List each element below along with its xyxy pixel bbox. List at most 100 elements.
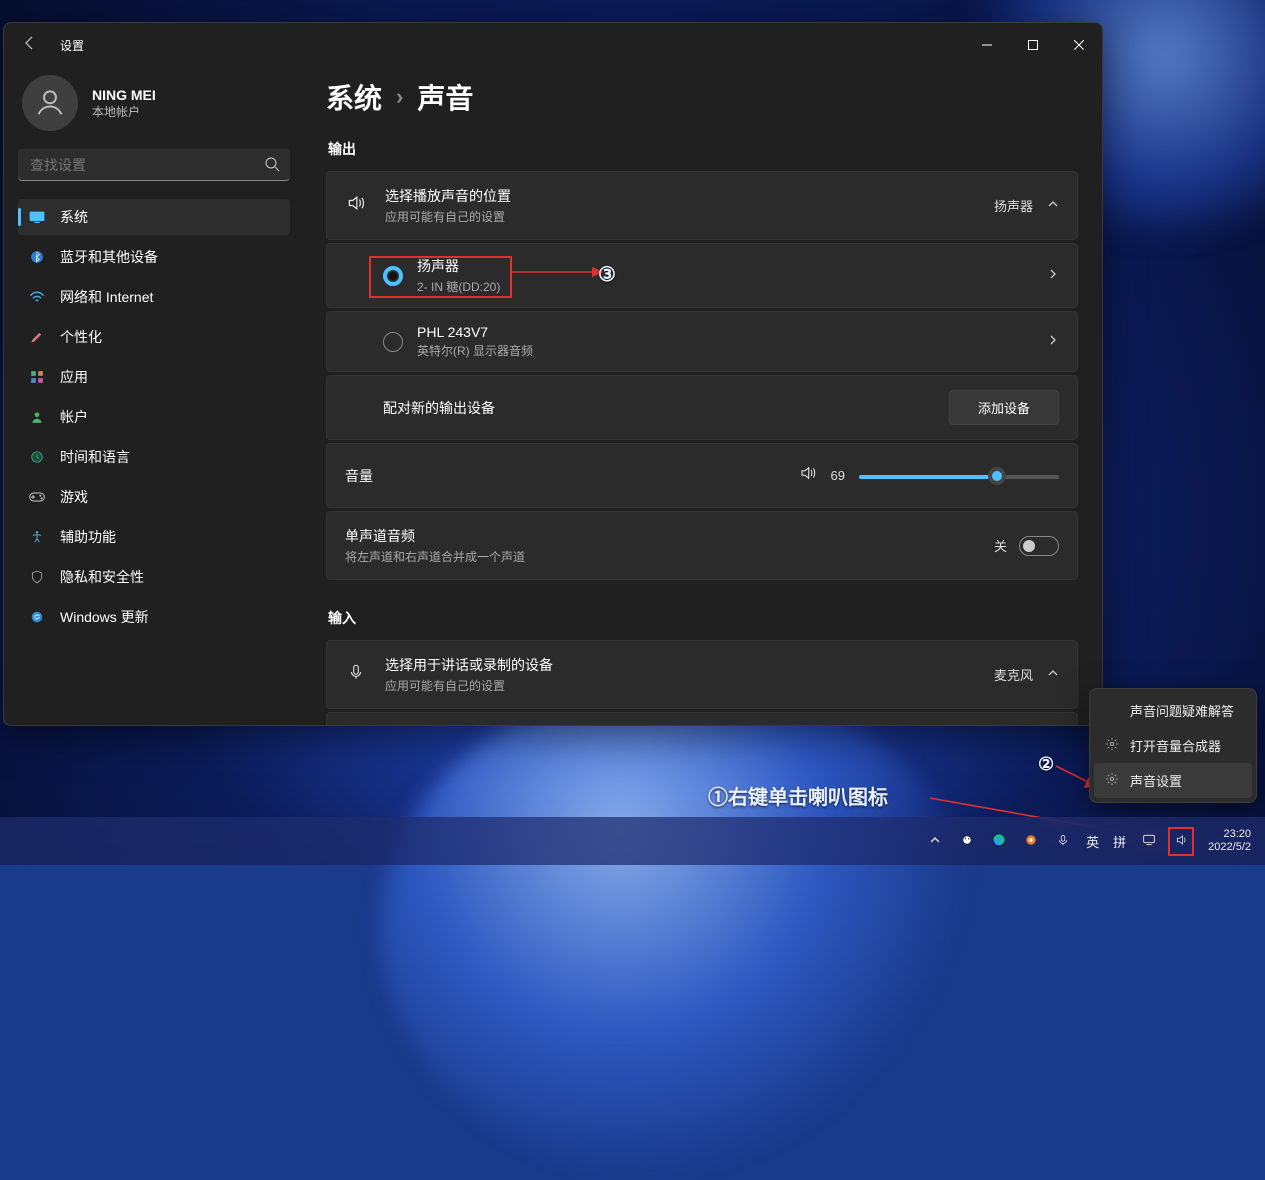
output-choose-value: 扬声器: [994, 196, 1033, 215]
sidebar-item-label: 网络和 Internet: [60, 287, 153, 307]
gear-icon: [1104, 737, 1120, 754]
back-button[interactable]: [22, 35, 46, 56]
tray-app-icon-2[interactable]: [1022, 833, 1040, 850]
sidebar: NING MEI 本地帐户 系统蓝牙和其他设备网络和 Internet 个性化应用…: [4, 67, 304, 725]
ctx-item-label: 声音设置: [1130, 771, 1182, 790]
output-choose-card[interactable]: 选择播放声音的位置 应用可能有自己的设置 扬声器: [326, 171, 1078, 240]
radio-button[interactable]: [383, 266, 403, 286]
clock-time: 23:20: [1208, 828, 1251, 841]
close-button[interactable]: [1056, 23, 1102, 67]
tray-chevron-up-icon[interactable]: [926, 833, 944, 849]
volume-label: 音量: [345, 466, 373, 486]
mono-audio-card: 单声道音频 将左声道和右声道合并成一个声道 关: [326, 511, 1078, 580]
ctx-item-label: 声音问题疑难解答: [1130, 701, 1234, 720]
privacy-icon: [28, 568, 46, 586]
gaming-icon: [28, 488, 46, 506]
output-device-row[interactable]: PHL 243V7英特尔(R) 显示器音频: [326, 311, 1078, 372]
sidebar-item-update[interactable]: Windows 更新: [18, 599, 290, 635]
input-section-title: 输入: [328, 608, 1078, 628]
sidebar-item-label: Windows 更新: [60, 607, 149, 627]
device-name: 扬声器: [417, 256, 1033, 276]
output-choose-title: 选择播放声音的位置: [385, 186, 976, 206]
sidebar-item-system[interactable]: 系统: [18, 199, 290, 235]
profile[interactable]: NING MEI 本地帐户: [18, 67, 290, 149]
tray-volume-icon[interactable]: [1172, 831, 1190, 852]
search-icon: [264, 156, 280, 177]
input-device-row[interactable]: 麦克风Iriun Webcam: [326, 712, 1078, 725]
annotation-step2: ②: [1038, 754, 1054, 775]
output-section-title: 输出: [328, 139, 1078, 159]
minimize-button[interactable]: [964, 23, 1010, 67]
volume-slider[interactable]: [859, 466, 1059, 486]
tray-app-icon-1[interactable]: [958, 833, 976, 850]
profile-name: NING MEI: [92, 87, 156, 103]
volume-speaker-icon[interactable]: [799, 464, 817, 487]
sidebar-item-personalize[interactable]: 个性化: [18, 319, 290, 355]
titlebar: 设置: [4, 23, 1102, 67]
tray-network-icon[interactable]: [1140, 833, 1158, 850]
speaker-icon: [345, 193, 367, 218]
annotation-step3: ③: [598, 262, 616, 287]
network-icon: [28, 288, 46, 306]
accessibility-icon: [28, 528, 46, 546]
search-input[interactable]: [18, 149, 290, 181]
content: 系统 › 声音 输出 选择播放声音的位置 应用可能有自己的设置 扬声器: [304, 67, 1102, 725]
chevron-right-icon: [1047, 267, 1059, 285]
mono-toggle[interactable]: [1019, 536, 1059, 556]
input-choose-value: 麦克风: [994, 665, 1033, 684]
tray-edge-icon[interactable]: [990, 833, 1008, 850]
profile-subtitle: 本地帐户: [92, 103, 156, 120]
ime-mode-indicator[interactable]: 拼: [1113, 832, 1126, 851]
sidebar-item-label: 游戏: [60, 487, 88, 507]
sidebar-item-label: 帐户: [60, 407, 88, 427]
output-device-row[interactable]: 扬声器2- IN 糖(DD:20): [326, 243, 1078, 308]
sidebar-item-label: 个性化: [60, 327, 102, 347]
mono-state: 关: [994, 536, 1007, 555]
maximize-button[interactable]: [1010, 23, 1056, 67]
sidebar-item-accessibility[interactable]: 辅助功能: [18, 519, 290, 555]
taskbar-clock[interactable]: 23:20 2022/5/2: [1204, 828, 1255, 853]
output-choose-sub: 应用可能有自己的设置: [385, 208, 976, 225]
mono-title: 单声道音频: [345, 526, 994, 546]
sidebar-item-label: 隐私和安全性: [60, 567, 144, 587]
radio-button[interactable]: [383, 332, 403, 352]
chevron-up-icon: [1047, 198, 1059, 213]
input-choose-card[interactable]: 选择用于讲话或录制的设备 应用可能有自己的设置 麦克风: [326, 640, 1078, 709]
sidebar-item-label: 蓝牙和其他设备: [60, 247, 158, 267]
sidebar-item-apps[interactable]: 应用: [18, 359, 290, 395]
chevron-right-icon: [1047, 333, 1059, 351]
sidebar-item-bluetooth[interactable]: 蓝牙和其他设备: [18, 239, 290, 275]
bluetooth-icon: [28, 248, 46, 266]
taskbar: 英 拼 23:20 2022/5/2: [0, 817, 1265, 865]
ime-lang-indicator[interactable]: 英: [1086, 832, 1099, 851]
add-device-button[interactable]: 添加设备: [949, 390, 1059, 425]
tray-mic-icon[interactable]: [1054, 833, 1072, 850]
window-title: 设置: [60, 37, 84, 54]
ctx-item[interactable]: 打开音量合成器: [1094, 728, 1252, 763]
sidebar-item-privacy[interactable]: 隐私和安全性: [18, 559, 290, 595]
system-icon: [28, 208, 46, 226]
clock-date: 2022/5/2: [1208, 841, 1251, 854]
sidebar-item-gaming[interactable]: 游戏: [18, 479, 290, 515]
ctx-item[interactable]: 声音设置: [1094, 763, 1252, 798]
volume-card: 音量 69: [326, 443, 1078, 508]
pair-output-card: 配对新的输出设备 添加设备: [326, 375, 1078, 440]
breadcrumb-root[interactable]: 系统: [326, 77, 382, 117]
avatar: [22, 75, 78, 131]
device-name: PHL 243V7: [417, 324, 1033, 340]
update-icon: [28, 608, 46, 626]
breadcrumb-leaf: 声音: [417, 77, 473, 117]
mic-icon: [345, 663, 367, 686]
chevron-up-icon: [1047, 667, 1059, 682]
input-choose-sub: 应用可能有自己的设置: [385, 677, 976, 694]
ctx-item[interactable]: 声音问题疑难解答: [1094, 693, 1252, 728]
sidebar-item-label: 时间和语言: [60, 447, 130, 467]
system-tray: 英 拼 23:20 2022/5/2: [926, 817, 1265, 865]
ctx-item-label: 打开音量合成器: [1130, 736, 1221, 755]
settings-window: 设置 NING MEI 本地帐户 系: [3, 22, 1103, 726]
search-box[interactable]: [18, 149, 290, 181]
sidebar-item-accounts[interactable]: 帐户: [18, 399, 290, 435]
sidebar-item-network[interactable]: 网络和 Internet: [18, 279, 290, 315]
personalize-icon: [28, 328, 46, 346]
sidebar-item-time[interactable]: 时间和语言: [18, 439, 290, 475]
